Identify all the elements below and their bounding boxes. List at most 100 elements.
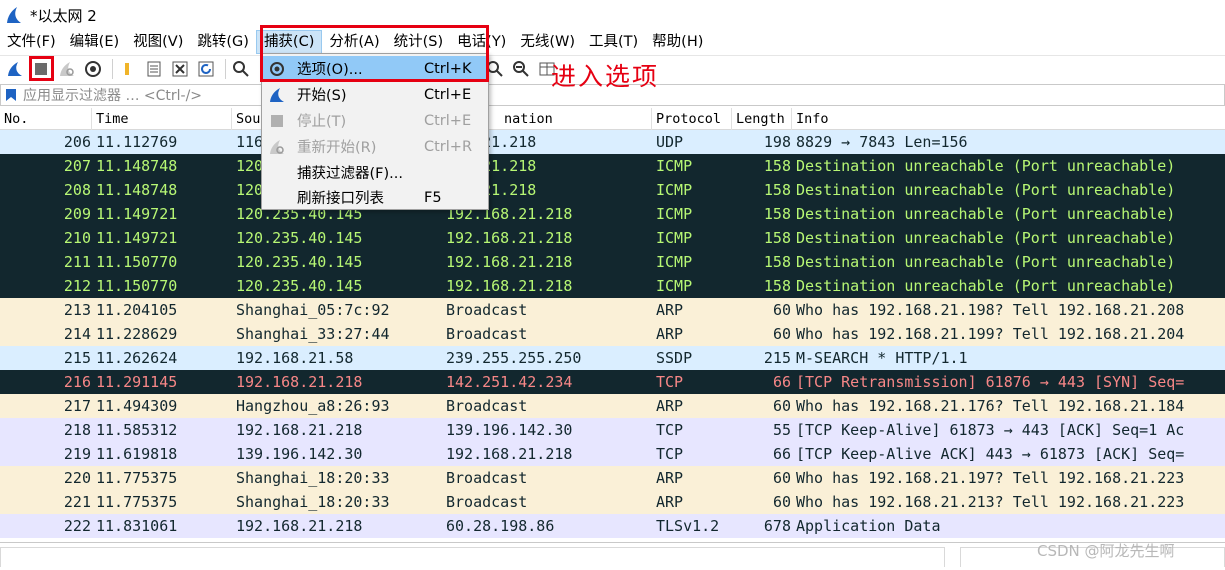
packet-source-cell: 192.168.21.218 — [236, 421, 363, 439]
packet-row[interactable]: 209 11.149721 120.235.40.145 192.168.21.218… — [0, 202, 1225, 226]
column-header-length[interactable]: Length — [732, 108, 792, 130]
menu-wireless[interactable]: 无线(W) — [513, 30, 582, 54]
packet-source-cell: 192.168.21.218 — [236, 373, 363, 391]
packet-source-cell: Shanghai_18:20:33 — [236, 493, 390, 511]
packet-length-cell: 158 — [763, 229, 791, 247]
packet-destination-cell: 60.28.198.86 — [446, 517, 555, 535]
menu-file[interactable]: 文件(F) — [0, 30, 63, 54]
menu-go[interactable]: 跳转(G) — [190, 30, 256, 54]
menu-item-label: 刷新接口列表 — [297, 191, 384, 207]
open-file-button[interactable] — [117, 58, 139, 80]
packet-length-cell: 60 — [772, 469, 791, 487]
column-header-protocol[interactable]: Protocol — [652, 108, 732, 130]
packet-row[interactable]: 213 11.204105 Shanghai_05:7c:92 Broadcast AR… — [0, 298, 1225, 322]
zoom-out-button[interactable] — [510, 58, 532, 80]
packet-row[interactable]: 210 11.149721 120.235.40.145 192.168.21.218… — [0, 226, 1225, 250]
packet-no-cell: 206 — [63, 133, 91, 151]
packet-time-cell: 11.148748 — [96, 181, 178, 199]
packet-row[interactable]: 207 11.148748 120 168.21.218 ICMP 158 Destinat… — [0, 154, 1225, 178]
display-filter-input[interactable]: 应用显示过滤器 … <Ctrl-/> — [23, 85, 202, 105]
packet-row[interactable]: 214 11.228629 Shanghai_33:27:44 Broadcast AR… — [0, 322, 1225, 346]
capture-options-button[interactable] — [82, 58, 104, 80]
menu-item-start[interactable]: 开始(S) Ctrl+E — [262, 82, 488, 107]
packet-no-cell: 222 — [63, 517, 91, 535]
packet-no-cell: 212 — [63, 277, 91, 295]
packet-row[interactable]: 222 11.831061 192.168.21.218 60.28.198.86 TL… — [0, 514, 1225, 538]
menu-item-shortcut: Ctrl+R — [424, 138, 473, 155]
highlight-box-stop-button — [29, 56, 54, 81]
column-header-no[interactable]: No. — [0, 108, 92, 130]
packet-no-cell: 219 — [63, 445, 91, 463]
menu-edit[interactable]: 编辑(E) — [63, 30, 126, 54]
packet-row[interactable]: 212 11.150770 120.235.40.145 192.168.21.218… — [0, 274, 1225, 298]
packet-info-cell: Who has 192.168.21.199? Tell 192.168.21.… — [796, 325, 1185, 343]
start-capture-button[interactable] — [4, 58, 26, 80]
packet-row[interactable]: 219 11.619818 139.196.142.30 192.168.21.218… — [0, 442, 1225, 466]
packet-details-pane[interactable] — [0, 547, 945, 567]
packet-length-cell: 198 — [763, 133, 791, 151]
menu-item-stop[interactable]: 停止(T) Ctrl+E — [262, 108, 488, 133]
menu-help[interactable]: 帮助(H) — [645, 30, 710, 54]
packet-no-cell: 218 — [63, 421, 91, 439]
packet-destination-cell: 139.196.142.30 — [446, 421, 573, 439]
bookmark-icon[interactable] — [5, 88, 17, 102]
menu-item-capture-filters[interactable]: 捕获过滤器(F)... — [262, 160, 488, 185]
packet-protocol-cell: UDP — [656, 133, 684, 151]
packet-info-cell: [TCP Keep-Alive] 61873 → 443 [ACK] Seq=1… — [796, 421, 1185, 439]
packet-protocol-cell: ARP — [656, 301, 684, 319]
packet-source-cell: 120.235.40.145 — [236, 253, 363, 271]
packet-no-cell: 208 — [63, 181, 91, 199]
packet-protocol-cell: TLSv1.2 — [656, 517, 720, 535]
packet-rows: 206 11.112769 116 168.21.218 UDP 198 8829 → 78… — [0, 130, 1225, 538]
packet-row[interactable]: 217 11.494309 Hangzhou_a8:26:93 Broadcast AR… — [0, 394, 1225, 418]
menu-item-label: 开始(S) — [297, 88, 347, 104]
packet-row[interactable]: 206 11.112769 116 168.21.218 UDP 198 8829 → 78… — [0, 130, 1225, 154]
column-header-time[interactable]: Time — [92, 108, 232, 130]
toolbar-separator — [112, 59, 113, 79]
packet-length-cell: 66 — [772, 373, 791, 391]
packet-protocol-cell: ARP — [656, 397, 684, 415]
menu-item-shortcut: Ctrl+E — [424, 112, 472, 129]
packet-row[interactable]: 218 11.585312 192.168.21.218 139.196.142.30… — [0, 418, 1225, 442]
restart-capture-button[interactable] — [56, 58, 78, 80]
close-file-button[interactable] — [169, 58, 191, 80]
packet-time-cell: 11.149721 — [96, 229, 178, 247]
file-icon — [147, 61, 161, 77]
packet-destination-cell: Broadcast — [446, 493, 528, 511]
packet-no-cell: 214 — [63, 325, 91, 343]
stop-icon — [268, 112, 286, 130]
menu-item-restart[interactable]: 重新开始(R) Ctrl+R — [262, 134, 488, 159]
packet-time-cell: 11.150770 — [96, 277, 178, 295]
packet-row[interactable]: 221 11.775375 Shanghai_18:20:33 Broadcast AR… — [0, 490, 1225, 514]
menu-view[interactable]: 视图(V) — [126, 30, 190, 54]
find-packet-button[interactable] — [230, 58, 252, 80]
close-file-icon — [172, 61, 188, 77]
packet-row[interactable]: 220 11.775375 Shanghai_18:20:33 Broadcast AR… — [0, 466, 1225, 490]
packet-row[interactable]: 211 11.150770 120.235.40.145 192.168.21.218… — [0, 250, 1225, 274]
menu-item-refresh-interfaces[interactable]: 刷新接口列表 F5 — [262, 185, 488, 210]
highlight-box-capture-menu — [260, 25, 489, 82]
packet-no-cell: 215 — [63, 349, 91, 367]
menu-item-label: 重新开始(R) — [297, 140, 377, 156]
packet-no-cell: 217 — [63, 397, 91, 415]
packet-info-cell: Who has 192.168.21.176? Tell 192.168.21.… — [796, 397, 1185, 415]
folder-icon — [125, 63, 129, 75]
packet-row[interactable]: 216 11.291145 192.168.21.218 142.251.42.234… — [0, 370, 1225, 394]
reload-file-button[interactable] — [195, 58, 217, 80]
reload-icon — [198, 61, 214, 77]
packet-source-cell: 192.168.21.58 — [236, 349, 354, 367]
packet-length-cell: 60 — [772, 493, 791, 511]
menu-tools[interactable]: 工具(T) — [582, 30, 645, 54]
menu-item-label: 捕获过滤器(F)... — [297, 166, 403, 182]
shark-fin-icon — [8, 62, 22, 76]
packet-length-cell: 158 — [763, 181, 791, 199]
packet-destination-cell: 239.255.255.250 — [446, 349, 582, 367]
save-file-button[interactable] — [143, 58, 165, 80]
packet-row[interactable]: 208 11.148748 120 168.21.218 ICMP 158 Destinat… — [0, 178, 1225, 202]
packet-list-header: No. Time Sou nation Protocol Length Info — [0, 108, 1225, 130]
column-header-info[interactable]: Info — [792, 108, 1225, 130]
packet-info-cell: Destination unreachable (Port unreachabl… — [796, 157, 1176, 175]
packet-list: No. Time Sou nation Protocol Length Info… — [0, 108, 1225, 542]
packet-length-cell: 678 — [763, 517, 791, 535]
packet-row[interactable]: 215 11.262624 192.168.21.58 239.255.255.250… — [0, 346, 1225, 370]
